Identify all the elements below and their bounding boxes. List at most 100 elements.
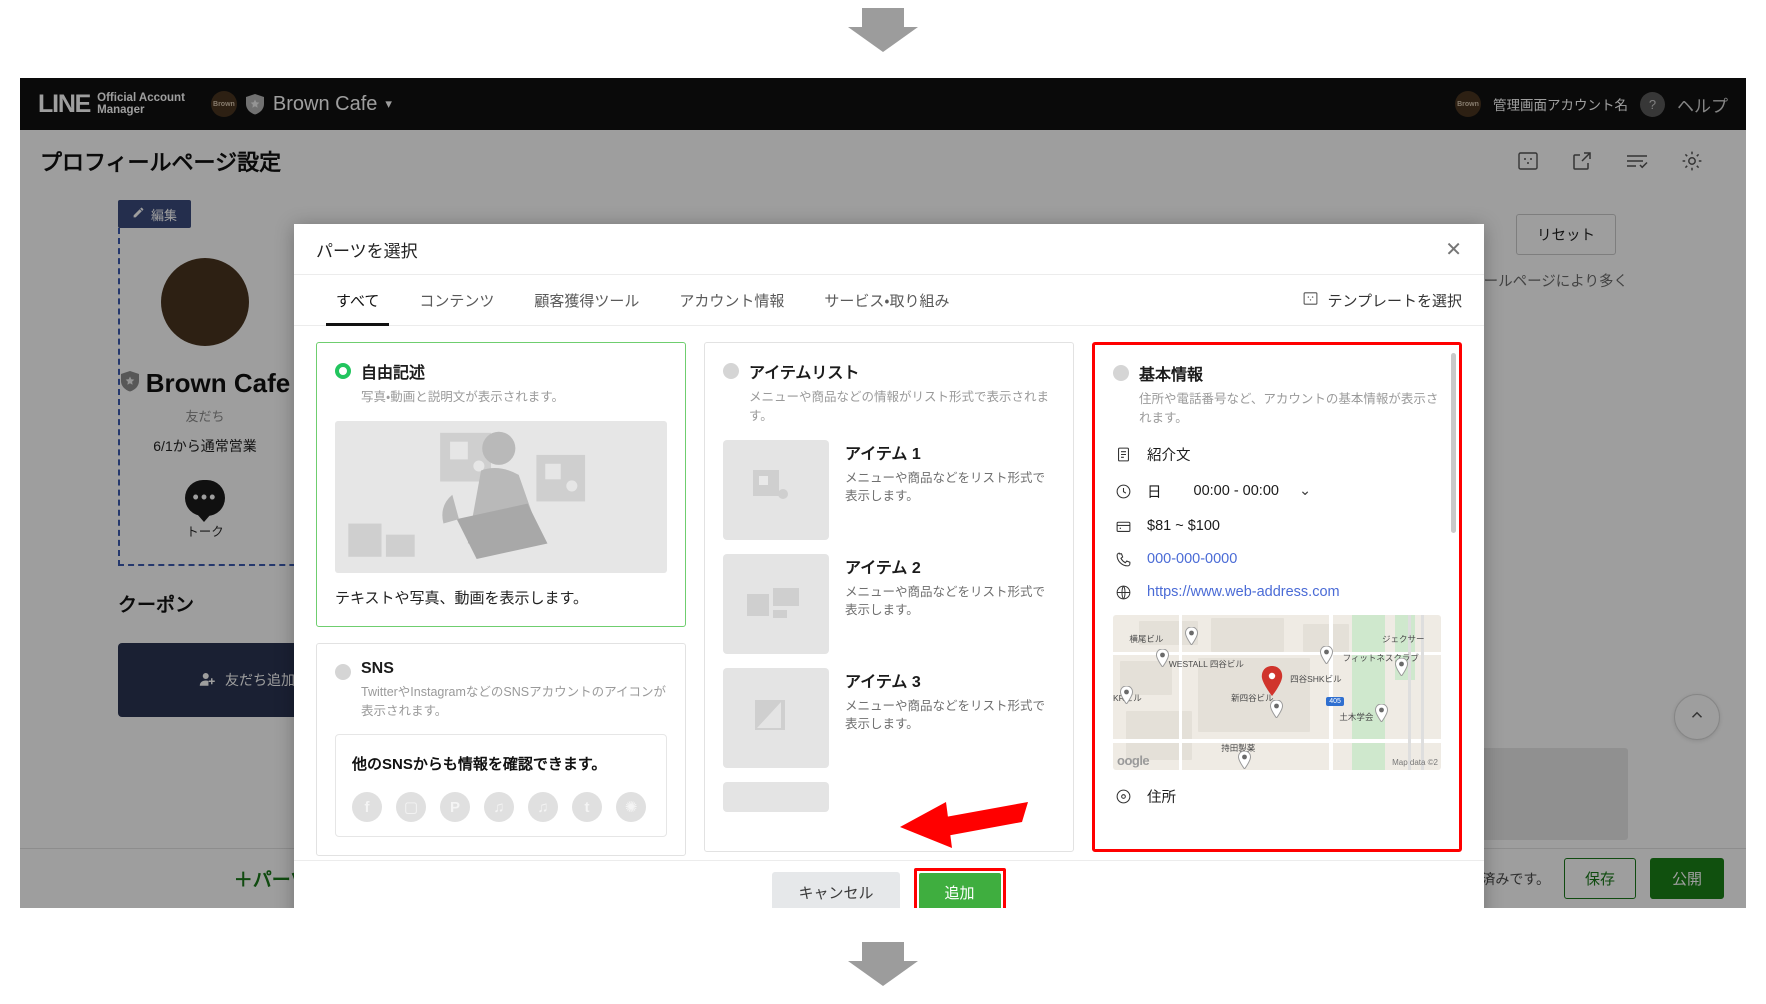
publish-button[interactable]: 公開: [1650, 858, 1724, 899]
list-check-icon[interactable]: [1624, 149, 1650, 173]
map-pin-icon: [1320, 646, 1333, 664]
route-badge: 405: [1326, 697, 1344, 706]
list-item: アイテム 2 メニューや商品などをリスト形式で表示します。: [723, 554, 1055, 654]
tumblr-icon: t: [572, 792, 602, 822]
radio-item-list[interactable]: [723, 363, 739, 379]
reset-button[interactable]: リセット: [1516, 214, 1616, 255]
info-row-website: https://www.web-address.com: [1113, 584, 1441, 601]
option-card-basic-info[interactable]: 基本情報 住所や電話番号など、アカウントの基本情報が表示されます。 紹介文: [1092, 342, 1462, 852]
info-text-day: 日: [1147, 481, 1162, 502]
column-scrollbar[interactable]: [1451, 353, 1456, 533]
verified-shield-icon: [245, 93, 265, 115]
modal-footer: キャンセル 追加: [294, 860, 1484, 908]
map-label: 四谷SHKビル: [1290, 673, 1341, 685]
info-row-description: 紹介文: [1113, 444, 1441, 465]
tab-services[interactable]: サービス・取り組み: [804, 275, 969, 325]
add-friend-icon: [199, 670, 217, 691]
red-arrow-pointer: [900, 796, 1030, 861]
tab-acquisition-tools[interactable]: 顧客獲得ツール: [514, 275, 659, 325]
modal-title: パーツを選択: [316, 237, 418, 262]
select-template-label: テンプレートを選択: [1327, 290, 1462, 311]
account-name[interactable]: Brown Cafe: [273, 93, 378, 116]
map-pin-icon: [1120, 686, 1133, 704]
chevron-down-icon[interactable]: ⌄: [1299, 483, 1311, 499]
option-card-item-list[interactable]: アイテムリスト メニューや商品などの情報がリスト形式で表示されます。 アイテム …: [704, 342, 1074, 852]
help-link[interactable]: ヘルプ: [1677, 92, 1728, 117]
manager-avatar: Brown: [1455, 91, 1481, 117]
map-pin-icon: [1156, 649, 1169, 667]
tab-all[interactable]: すべて: [316, 275, 399, 325]
close-icon[interactable]: ✕: [1445, 237, 1462, 262]
option-card-sns[interactable]: SNS TwitterやInstagramなどのSNSアカウントのアイコンが表示…: [316, 643, 686, 857]
preview-talk-label: トーク: [186, 521, 224, 540]
add-button-highlight: 追加: [914, 868, 1006, 908]
preview-account-name: Brown Cafe: [146, 368, 290, 399]
parts-column-1: 自由記述 写真・動画と説明文が表示されます。: [316, 342, 686, 852]
manager-name[interactable]: 管理画面アカウント名: [1493, 94, 1628, 114]
option-card-free-text[interactable]: 自由記述 写真・動画と説明文が表示されます。: [316, 342, 686, 627]
map-pin-icon: [1375, 704, 1388, 722]
item-thumbnail: [723, 668, 829, 768]
info-row-budget: $81 ~ $100: [1113, 518, 1441, 535]
item-name: アイテム 1: [845, 440, 1055, 464]
item-thumbnail: [723, 440, 829, 540]
clock-icon: [1113, 483, 1133, 500]
parts-column-2: アイテムリスト メニューや商品などの情報がリスト形式で表示されます。 アイテム …: [704, 342, 1074, 852]
page-header: プロフィールページ設定: [20, 130, 1746, 192]
radio-free-text[interactable]: [335, 363, 351, 379]
line-logo[interactable]: LINE Official Account Manager: [38, 90, 185, 119]
option-caption-free-text: テキストや写真、動画を表示します。: [335, 587, 667, 608]
verified-shield-icon: [120, 370, 140, 397]
wallet-icon: [1113, 518, 1133, 535]
location-map[interactable]: 横尾ビル WESTALL 四谷ビル ジェクサー フィットネスクラブ 四谷SHKビ…: [1113, 615, 1441, 770]
external-link-icon[interactable]: [1570, 149, 1594, 173]
pencil-icon: [132, 206, 145, 222]
option-desc-free-text: 写真・動画と説明文が表示されます。: [361, 388, 564, 407]
info-link-website[interactable]: https://www.web-address.com: [1147, 584, 1340, 600]
info-text-budget: $81 ~ $100: [1147, 518, 1220, 534]
gear-icon[interactable]: [1680, 149, 1704, 173]
document-icon: [1113, 446, 1133, 463]
list-item: アイテム 1 メニューや商品などをリスト形式で表示します。: [723, 440, 1055, 540]
google-watermark: oogle: [1117, 753, 1149, 768]
list-item: アイテム 3 メニューや商品などをリスト形式で表示します。: [723, 668, 1055, 768]
globe-icon: [1113, 584, 1133, 601]
edit-tab-button[interactable]: 編集: [118, 200, 191, 228]
parts-column-3: 基本情報 住所や電話番号など、アカウントの基本情報が表示されます。 紹介文: [1092, 342, 1462, 852]
cancel-button[interactable]: キャンセル: [772, 872, 899, 908]
tiktok-icon: ♫: [528, 792, 558, 822]
info-text-hours: 00:00 - 00:00: [1194, 483, 1279, 499]
modal-header: パーツを選択 ✕: [294, 224, 1484, 274]
sns-preview-box: 他のSNSからも情報を確認できます。 f ▢ P ♫ ♫ t ✺: [335, 734, 667, 837]
add-button[interactable]: 追加: [919, 873, 1001, 908]
map-label: ジェクサー: [1382, 633, 1425, 645]
map-label: 土木学会: [1339, 711, 1373, 723]
map-pin-icon: [1395, 658, 1408, 676]
radio-sns[interactable]: [335, 664, 351, 680]
select-template-button[interactable]: テンプレートを選択: [1302, 275, 1462, 325]
info-text-description: 紹介文: [1147, 444, 1191, 465]
help-icon[interactable]: ?: [1640, 92, 1665, 117]
item-desc: メニューや商品などをリスト形式で表示します。: [845, 697, 1055, 735]
chevron-down-icon[interactable]: ▾: [385, 96, 392, 112]
option-title-free-text: 自由記述: [361, 359, 564, 383]
radio-basic-info[interactable]: [1113, 365, 1129, 381]
tab-account-info[interactable]: アカウント情報: [659, 275, 804, 325]
page-title: プロフィールページ設定: [40, 145, 281, 177]
tab-content[interactable]: コンテンツ: [399, 275, 514, 325]
spotify-icon: ♫: [484, 792, 514, 822]
info-link-phone[interactable]: 000-000-0000: [1147, 551, 1237, 567]
map-attribution: Map data ©2: [1392, 758, 1438, 767]
option-title-item-list: アイテムリスト: [749, 359, 1055, 383]
template-grid-icon[interactable]: [1516, 149, 1540, 173]
map-pin-icon: [1185, 627, 1198, 645]
scroll-to-top-button[interactable]: [1674, 694, 1720, 740]
item-thumbnail: [723, 554, 829, 654]
item-desc: メニューや商品などをリスト形式で表示します。: [845, 583, 1055, 621]
save-button[interactable]: 保存: [1564, 858, 1636, 899]
logo-sub-line1: Official Account: [97, 92, 185, 104]
option-title-basic-info: 基本情報: [1139, 361, 1441, 385]
pinterest-icon: P: [440, 792, 470, 822]
edit-tab-label: 編集: [151, 205, 177, 224]
item-name: アイテム 2: [845, 554, 1055, 578]
